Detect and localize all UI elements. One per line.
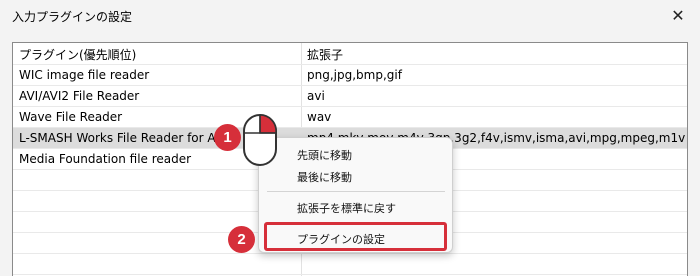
list-header: プラグイン(優先順位) 拡張子: [13, 43, 687, 65]
menu-item-move-to-bottom[interactable]: 最後に移動: [297, 169, 352, 185]
plugin-extensions: wav: [307, 110, 332, 124]
menu-separator: [267, 191, 445, 192]
column-header-extension[interactable]: 拡張子: [307, 46, 685, 63]
menu-item-reset-extensions[interactable]: 拡張子を標準に戻す: [297, 200, 396, 216]
list-row[interactable]: WIC image file reader png,jpg,bmp,gif: [13, 65, 687, 86]
list-row[interactable]: Wave File Reader wav: [13, 107, 687, 128]
step-badge-2: 2: [228, 226, 255, 253]
plugin-extensions: avi: [307, 89, 325, 103]
window-title: 入力プラグインの設定: [12, 10, 133, 24]
plugin-extensions: png,jpg,bmp,gif: [307, 68, 402, 82]
list-row[interactable]: AVI/AVI2 File Reader avi: [13, 86, 687, 107]
menu-item-move-to-top[interactable]: 先頭に移動: [297, 147, 352, 163]
list-row-empty: [13, 254, 687, 275]
plugin-settings-highlight: [264, 222, 447, 251]
title-bar: 入力プラグインの設定 ✕: [0, 0, 700, 30]
mouse-right-click-icon: [243, 114, 277, 166]
plugin-name: WIC image file reader: [19, 68, 150, 82]
column-header-plugin[interactable]: プラグイン(優先順位): [19, 46, 297, 63]
step-badge-1: 1: [214, 124, 241, 151]
close-icon[interactable]: ✕: [656, 0, 700, 30]
plugin-name: AVI/AVI2 File Reader: [19, 89, 140, 103]
